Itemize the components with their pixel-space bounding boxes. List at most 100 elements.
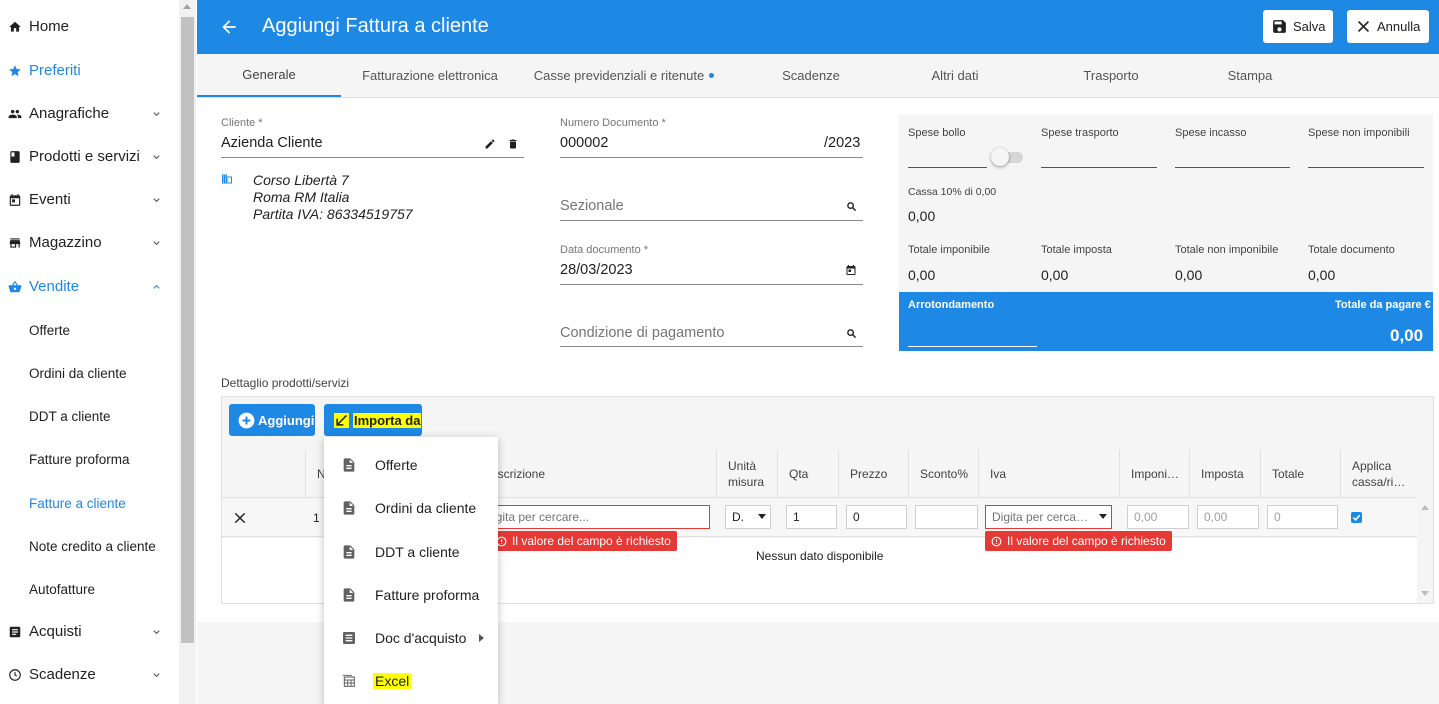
dropdown-caret-icon	[758, 514, 766, 519]
save-button[interactable]: Salva	[1263, 10, 1333, 43]
delete-row-icon[interactable]	[233, 511, 247, 525]
grid-scrollbar[interactable]	[1417, 499, 1433, 603]
trash-icon[interactable]	[507, 138, 519, 150]
tab-trasporto[interactable]: Trasporto	[1017, 54, 1205, 97]
calendar-icon[interactable]	[845, 264, 857, 276]
sidebar-subitem-ordini[interactable]: Ordini da cliente	[0, 352, 179, 395]
column-divider	[908, 450, 909, 498]
unita-select[interactable]: D.	[725, 505, 771, 529]
floppy-disk-icon	[1273, 20, 1286, 33]
totals-panel	[899, 115, 1433, 292]
column-header-unita[interactable]: Unità misura	[728, 450, 770, 498]
chevron-down-icon	[153, 629, 160, 634]
tab-altri-dati[interactable]: Altri dati	[893, 54, 1017, 97]
column-header-applica[interactable]: Applica cassa/ri…	[1352, 450, 1410, 498]
column-divider	[1340, 450, 1341, 498]
data-documento-label: Data documento *	[560, 244, 649, 256]
column-header-sconto[interactable]: Sconto%	[920, 450, 968, 498]
sidebar-subitem-proforma[interactable]: Fatture proforma	[0, 438, 179, 481]
spese-non-imponibili-label: Spese non imponibili	[1308, 127, 1410, 139]
column-header-imposta[interactable]: Imposta	[1201, 450, 1244, 498]
tab-fatturazione-elettronica[interactable]: Fatturazione elettronica	[341, 54, 519, 97]
spese-bollo-field[interactable]	[908, 167, 987, 168]
scroll-up-arrow-icon[interactable]	[1421, 505, 1429, 510]
column-header-descrizione[interactable]: escrizione	[491, 450, 545, 498]
totale-imposta-label: Totale imposta	[1041, 244, 1112, 256]
totale-input[interactable]: 0	[1267, 505, 1338, 529]
sidebar-scroll-thumb[interactable]	[181, 17, 194, 643]
tab-bar: Generale Fatturazione elettronica Casse …	[197, 54, 1439, 98]
menu-item-excel[interactable]: Excel	[324, 659, 498, 702]
search-icon[interactable]	[846, 201, 857, 212]
sidebar-item-label: Anagrafiche	[29, 105, 110, 122]
sidebar-subitem-note-credito[interactable]: Note credito a cliente	[0, 525, 179, 568]
menu-item-ddt[interactable]: DDT a cliente	[324, 530, 498, 573]
tab-stampa[interactable]: Stampa	[1205, 54, 1295, 97]
arrotondamento-field[interactable]	[908, 346, 1037, 347]
tab-scadenze[interactable]: Scadenze	[729, 54, 893, 97]
prezzo-input[interactable]: 0	[846, 505, 907, 529]
cancel-button[interactable]: Annulla	[1347, 10, 1429, 43]
sidebar-item-prodotti[interactable]: Prodotti e servizi	[0, 135, 179, 178]
sezionale-field[interactable]: Sezionale	[560, 198, 624, 214]
sidebar-subitem-autofatture[interactable]: Autofatture	[0, 568, 179, 611]
tab-casse-previdenziali[interactable]: Casse previdenziali e ritenute	[519, 54, 729, 97]
spese-trasporto-field[interactable]	[1041, 167, 1157, 168]
menu-item-doc-acquisto[interactable]: Doc d'acquisto	[324, 616, 498, 659]
import-from-button[interactable]: Importa da	[324, 404, 422, 436]
numero-documento-field[interactable]: 000002	[560, 135, 608, 151]
tab-label: Scadenze	[782, 68, 840, 83]
sidebar-subitem-ddt[interactable]: DDT a cliente	[0, 395, 179, 438]
menu-item-label: Ordini da cliente	[375, 499, 477, 516]
menu-item-proforma[interactable]: Fatture proforma	[324, 573, 498, 616]
menu-item-label: Excel	[373, 672, 412, 689]
column-header-iva[interactable]: Iva	[990, 450, 1006, 498]
spese-incasso-field[interactable]	[1175, 167, 1290, 168]
sidebar-item-anagrafiche[interactable]: Anagrafiche	[0, 92, 179, 135]
sidebar-subitem-offerte[interactable]: Offerte	[0, 309, 179, 352]
back-arrow-icon[interactable]	[219, 17, 239, 37]
sidebar-item-home[interactable]: Home	[0, 5, 179, 48]
imposta-input[interactable]: 0,00	[1197, 505, 1259, 529]
spese-non-imponibili-field[interactable]	[1308, 167, 1424, 168]
scroll-down-arrow-icon[interactable]	[1421, 591, 1429, 596]
sidebar-item-label: Autofatture	[29, 582, 96, 597]
pencil-icon[interactable]	[484, 138, 496, 150]
condizione-underline	[560, 346, 863, 347]
data-documento-field[interactable]: 28/03/2023	[560, 262, 633, 278]
iva-error: Il valore del campo è richiesto	[985, 531, 1172, 551]
menu-item-ordini[interactable]: Ordini da cliente	[324, 486, 498, 529]
sidebar-item-preferiti[interactable]: Preferiti	[0, 49, 179, 92]
column-header-prezzo[interactable]: Prezzo	[850, 450, 887, 498]
tab-generale[interactable]: Generale	[197, 54, 341, 97]
iva-select[interactable]: Digita per cerca…	[985, 505, 1112, 529]
search-icon[interactable]	[846, 328, 857, 339]
import-from-label: Importa da	[353, 412, 422, 428]
sidebar-item-scadenze[interactable]: Scadenze	[0, 653, 179, 696]
qta-input[interactable]: 1	[786, 505, 837, 529]
book-icon	[10, 150, 20, 163]
sidebar-item-vendite[interactable]: Vendite	[0, 265, 179, 308]
menu-item-offerte[interactable]: Offerte	[324, 443, 498, 486]
building-icon	[222, 174, 232, 184]
sidebar-item-acquisti[interactable]: Acquisti	[0, 610, 179, 653]
column-header-qta[interactable]: Qta	[789, 450, 808, 498]
sconto-input[interactable]	[915, 505, 978, 529]
cassa-label: Cassa 10% di 0,00	[908, 186, 997, 198]
column-divider	[777, 450, 778, 498]
sidebar-item-magazzino[interactable]: Magazzino	[0, 221, 179, 264]
descrizione-input[interactable]: igita per cercare...	[486, 505, 710, 529]
column-header-totale[interactable]: Totale	[1272, 450, 1304, 498]
scroll-up-arrow-icon[interactable]	[183, 4, 191, 9]
imponibile-input[interactable]: 0,00	[1127, 505, 1189, 529]
toggle-knob[interactable]	[991, 148, 1009, 166]
condizione-pagamento-field[interactable]: Condizione di pagamento	[560, 325, 724, 341]
numero-documento-suffix: /2023	[824, 135, 861, 151]
sidebar-subitem-fatture[interactable]: Fatture a cliente	[0, 482, 179, 525]
sidebar-item-eventi[interactable]: Eventi	[0, 178, 179, 221]
cliente-field[interactable]: Azienda Cliente	[221, 135, 323, 151]
applica-checkbox[interactable]	[1351, 512, 1362, 523]
column-header-imponibile[interactable]: Imponi…	[1131, 450, 1179, 498]
tab-label: Stampa	[1227, 68, 1273, 83]
add-row-button[interactable]: Aggiungi	[229, 404, 315, 436]
